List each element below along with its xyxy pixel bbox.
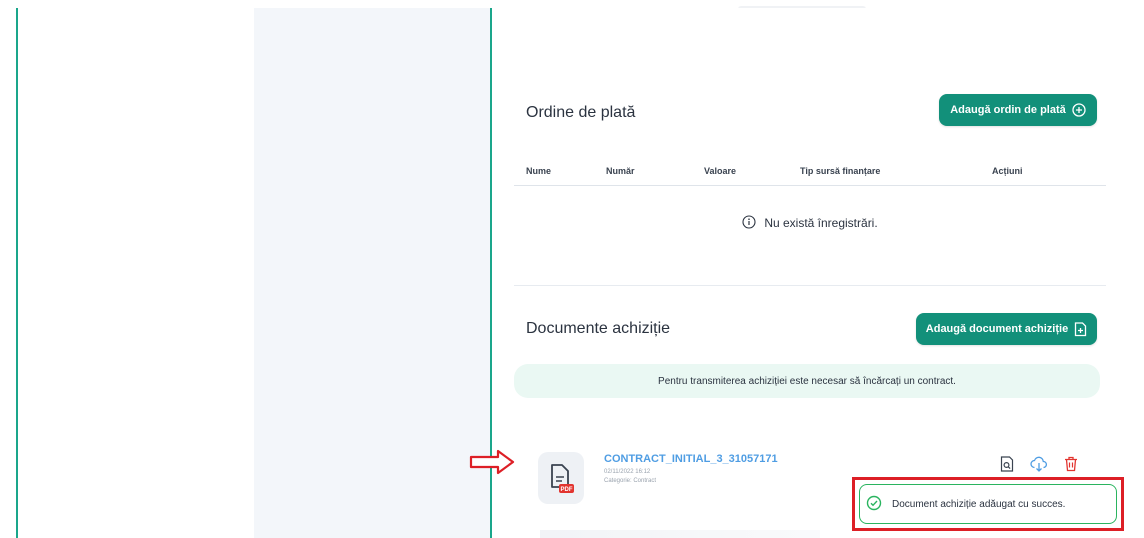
- success-toast-highlight: Document achiziție adăugat cu succes.: [852, 477, 1124, 531]
- contract-required-notice: Pentru transmiterea achiziției este nece…: [514, 364, 1100, 398]
- info-icon: [742, 214, 756, 232]
- success-toast: Document achiziție adăugat cu succes.: [859, 484, 1117, 524]
- main-content: Ordine de plată Adaugă ordin de plată Nu…: [494, 6, 1144, 538]
- notice-text: Pentru transmiterea achiziției este nece…: [658, 375, 956, 387]
- add-document-button[interactable]: Adaugă document achiziție: [916, 313, 1097, 345]
- faded-bottom-content: [540, 530, 820, 538]
- column-header-number: Număr: [606, 166, 635, 176]
- document-item: PDF CONTRACT_INITIAL_3_31057171 02/11/20…: [524, 438, 778, 508]
- payment-orders-table-header: Nume Număr Valoare Tip sursă finanțare A…: [514, 158, 1106, 186]
- left-panel: [16, 8, 492, 538]
- document-name-link[interactable]: CONTRACT_INITIAL_3_31057171: [604, 453, 778, 465]
- pdf-file-icon: PDF: [538, 452, 584, 504]
- section-divider: [514, 285, 1106, 286]
- check-circle-icon: [866, 495, 882, 514]
- payment-orders-title: Ordine de plată: [526, 104, 636, 121]
- download-icon[interactable]: [1030, 456, 1048, 477]
- delete-icon[interactable]: [1064, 456, 1078, 477]
- empty-table-message: Nu există înregistrări.: [514, 188, 1106, 258]
- column-header-name: Nume: [526, 166, 552, 176]
- toast-message: Document achiziție adăugat cu succes.: [892, 498, 1066, 510]
- add-payment-order-button[interactable]: Adaugă ordin de plată: [939, 94, 1097, 126]
- documents-title: Documente achiziție: [526, 320, 671, 337]
- document-date: 02/11/2022 16:12: [604, 469, 651, 475]
- file-plus-icon: [1074, 321, 1087, 337]
- add-document-label: Adaugă document achiziție: [925, 323, 1069, 335]
- pdf-badge: PDF: [561, 487, 573, 493]
- plus-circle-icon: [1072, 103, 1086, 117]
- payment-orders-card: Ordine de plată Adaugă ordin de plată Nu…: [514, 8, 1106, 288]
- column-header-actions: Acțiuni: [992, 166, 1023, 176]
- document-actions: [1000, 456, 1078, 477]
- column-header-value: Valoare: [704, 166, 737, 176]
- add-payment-order-label: Adaugă ordin de plată: [950, 104, 1066, 116]
- preview-icon[interactable]: [1000, 456, 1014, 477]
- column-header-funding-type: Tip sursă finanțare: [800, 166, 881, 176]
- annotation-arrow-icon: [468, 448, 516, 481]
- empty-message-text: Nu există înregistrări.: [764, 216, 878, 230]
- document-category: Categorie: Contract: [604, 478, 657, 484]
